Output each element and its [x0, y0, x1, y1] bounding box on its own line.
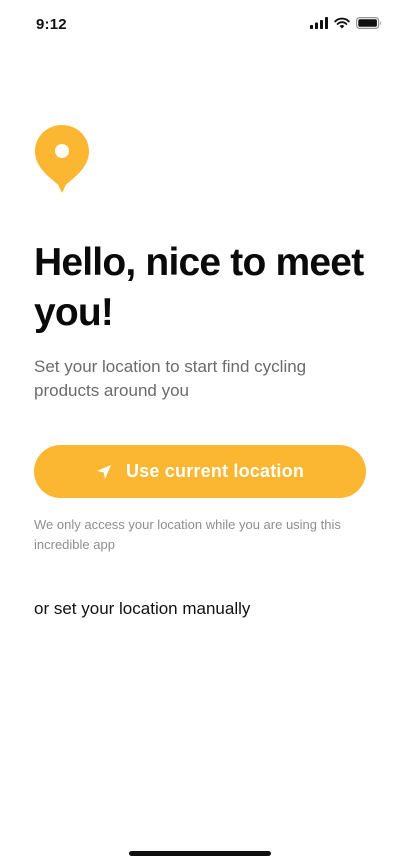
use-current-location-button[interactable]: Use current location	[34, 445, 366, 498]
location-pin-icon	[35, 125, 89, 193]
cellular-signal-icon	[310, 17, 328, 29]
subtitle: Set your location to start find cycling …	[34, 357, 307, 400]
status-icons	[310, 17, 382, 29]
page-title: Hello, nice to meet you!	[34, 241, 364, 334]
status-time: 9:12	[36, 16, 67, 33]
wifi-icon	[334, 17, 350, 29]
set-location-manually-link[interactable]: or set your location manually	[34, 597, 250, 621]
battery-icon	[356, 17, 381, 29]
use-current-location-label: Use current location	[125, 461, 305, 481]
navigation-arrow-icon	[96, 464, 112, 480]
home-indicator[interactable]	[129, 851, 271, 856]
status-bar: 9:12	[0, 0, 400, 50]
privacy-note: We only access your location while you a…	[34, 517, 341, 552]
